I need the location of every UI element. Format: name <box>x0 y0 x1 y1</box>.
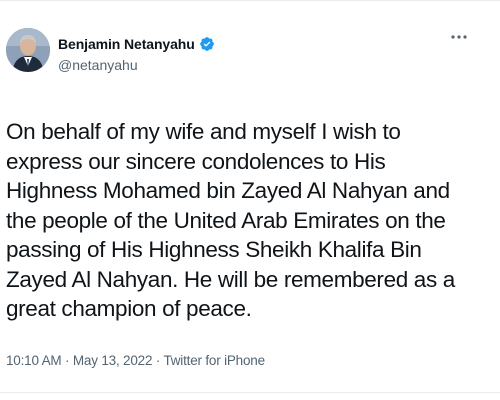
tweet-header: Benjamin Netanyahu @netanyahu <box>6 28 492 90</box>
profile-photo-icon <box>6 28 50 72</box>
name-row: Benjamin Netanyahu <box>58 35 438 53</box>
tweet-card: Benjamin Netanyahu @netanyahu On behalf … <box>0 0 500 400</box>
more-options-icon[interactable] <box>448 30 470 44</box>
tweet-client[interactable]: Twitter for iPhone <box>163 353 265 368</box>
meta-separator: · <box>65 353 70 368</box>
top-divider <box>0 0 500 1</box>
author-handle[interactable]: @netanyahu <box>58 57 438 73</box>
verified-badge-icon <box>199 36 215 52</box>
tweet-metadata: 10:10 AM · May 13, 2022 · Twitter for iP… <box>6 353 265 368</box>
tweet-date[interactable]: May 13, 2022 <box>73 353 153 368</box>
tweet-time[interactable]: 10:10 AM <box>6 353 62 368</box>
author-display-name[interactable]: Benjamin Netanyahu <box>58 36 195 52</box>
tweet-text: On behalf of my wife and myself I wish t… <box>6 119 455 321</box>
author-info: Benjamin Netanyahu @netanyahu <box>58 35 438 73</box>
avatar[interactable] <box>6 28 50 72</box>
bottom-divider <box>0 392 500 393</box>
